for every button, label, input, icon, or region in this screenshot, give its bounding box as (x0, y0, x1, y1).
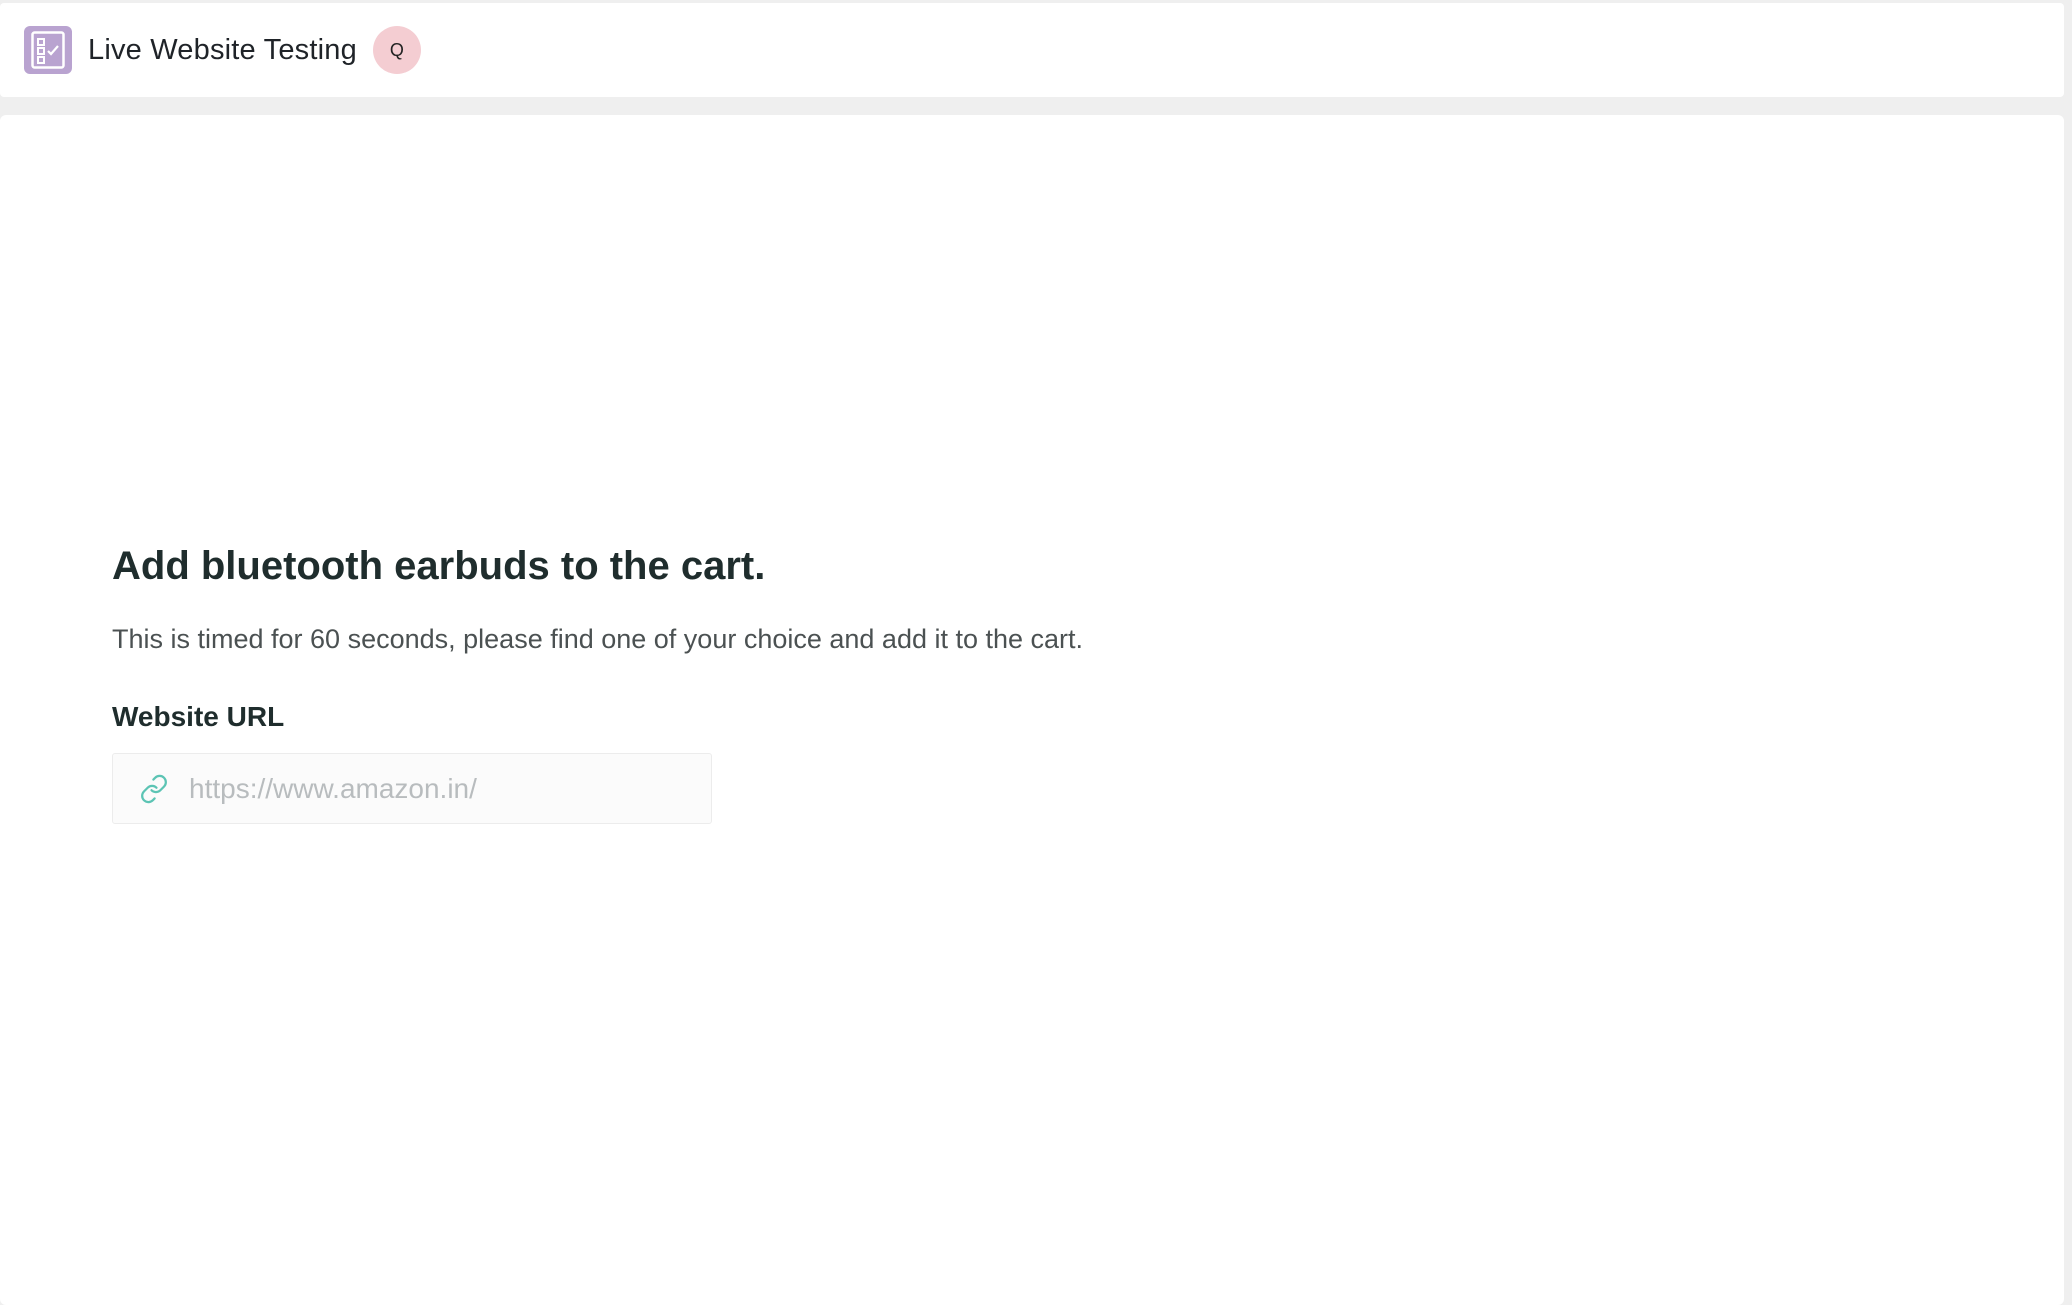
website-url-field[interactable] (112, 753, 712, 825)
app-title: Live Website Testing (88, 33, 357, 66)
task-content: Add bluetooth earbuds to the cart. This … (112, 540, 1084, 825)
task-title: Add bluetooth earbuds to the cart. (112, 544, 766, 588)
top-header: Live Website Testing Q (0, 3, 2064, 97)
checklist-icon (24, 26, 72, 74)
website-url-label: Website URL (112, 701, 285, 733)
avatar[interactable]: Q (372, 26, 421, 74)
website-url-input[interactable] (189, 772, 689, 805)
link-icon (139, 774, 169, 804)
main-panel: Add bluetooth earbuds to the cart. This … (0, 115, 2064, 1305)
task-description: This is timed for 60 seconds, please fin… (112, 624, 1084, 654)
